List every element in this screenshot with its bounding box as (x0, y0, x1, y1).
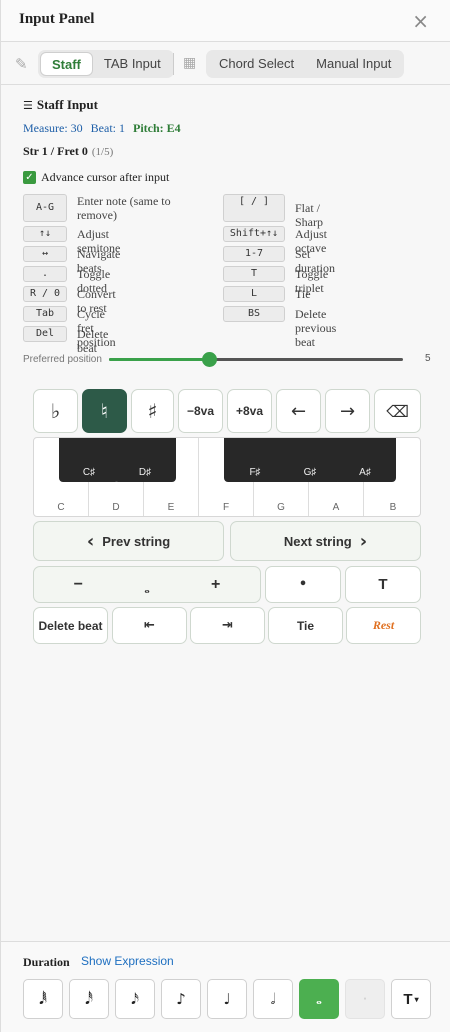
duration-decrease-button[interactable]: − (56, 576, 101, 594)
input-mode-toggle: Staff TAB Input (38, 50, 174, 78)
staff-input-heading: ☰ Staff Input (23, 97, 98, 112)
piano-key-c-sharp[interactable]: C♯ (59, 438, 119, 482)
panel-header: Input Panel × (1, 0, 450, 42)
shortcut-key: ↔ (23, 246, 67, 262)
arrow-right-icon[interactable]: → (325, 389, 370, 433)
shortcut-key: R / 0 (23, 286, 67, 302)
staff-icon: ☰ (23, 99, 33, 112)
duration-128th-button[interactable]: 𝅘𝅥𝅱 (23, 979, 63, 1019)
shortcut-key: BS (223, 306, 285, 322)
pencil-icon: ✎ (15, 55, 28, 73)
panel-title: Input Panel (19, 11, 95, 27)
piano-key-g-sharp[interactable]: G♯ (279, 438, 341, 482)
sharp-button[interactable]: ♯ (131, 389, 174, 433)
shortcut-desc: Delete previous beat (295, 307, 337, 349)
shortcut-desc: Enter note (same to remove) (77, 194, 171, 222)
pitch-readout: Pitch: E4 (132, 121, 181, 135)
grid-icon: ▦ (183, 55, 197, 71)
delete-beat-button[interactable]: Delete beat (33, 607, 108, 644)
arrow-left-icon[interactable]: ← (276, 389, 321, 433)
octave-down-button[interactable]: −8va (178, 389, 223, 433)
advance-cursor-label: Advance cursor after input (41, 170, 170, 184)
advance-cursor-option[interactable]: ✓ Advance cursor after input (23, 170, 169, 185)
slider-thumb[interactable] (201, 352, 217, 367)
flat-button[interactable]: ♭ (33, 389, 78, 433)
shortcut-key: A-G (23, 194, 67, 222)
shortcut-key: T (223, 266, 285, 282)
shortcut-desc: Tie (295, 287, 311, 301)
duration-stepper: − 𝅝 + (33, 566, 261, 603)
whole-note-icon: 𝅝 (144, 580, 150, 597)
shortcut-desc: Flat / Sharp (295, 201, 323, 229)
mode-bar: ✎ Staff TAB Input ▦ Chord Select Manual … (1, 43, 450, 85)
tab-chord-select[interactable]: Chord Select (208, 52, 305, 76)
mode-divider (173, 53, 174, 75)
shortcut-key: ↑↓ (23, 226, 67, 242)
caret-down-icon: ▾ (414, 994, 419, 1004)
tab-tab-input[interactable]: TAB Input (93, 52, 172, 76)
measure-readout: Measure: 30 (23, 121, 83, 135)
prev-string-button[interactable]: ‹ Prev string (33, 521, 224, 561)
piano-key-d-sharp[interactable]: D♯ (114, 438, 176, 482)
preferred-position-slider[interactable] (109, 352, 403, 367)
tab-staff[interactable]: Staff (40, 52, 93, 76)
rest-button[interactable]: Rest (346, 607, 421, 644)
string-fret-readout: Str 1 / Fret 0 (1/5) (23, 144, 114, 158)
duration-disabled-button: · (345, 979, 385, 1019)
slider-fill (109, 358, 209, 361)
piano-keyboard: C D E F G A B C♯ D♯ F♯ G♯ A♯ (33, 437, 421, 517)
duration-footer: Duration Show Expression 𝅘𝅥𝅱 𝅘𝅥𝅰 𝅘𝅥𝅯 ♪ ♩… (1, 941, 450, 1032)
move-left-icon[interactable]: ⇤ (112, 607, 187, 644)
move-right-icon[interactable]: ⇥ (190, 607, 265, 644)
octave-up-button[interactable]: +8va (227, 389, 272, 433)
tab-manual-input[interactable]: Manual Input (305, 52, 402, 76)
chord-mode-toggle: Chord Select Manual Input (206, 50, 405, 78)
tuplet-dropdown[interactable]: T ▾ (391, 979, 431, 1019)
shortcut-key: Shift+↑↓ (223, 226, 285, 242)
piano-key-a-sharp[interactable]: A♯ (334, 438, 396, 482)
duration-eighth-button[interactable]: ♪ (161, 979, 201, 1019)
shortcut-key: [ / ] (223, 194, 285, 222)
tie-button[interactable]: Tie (268, 607, 343, 644)
duration-whole-button[interactable]: 𝅝 (299, 979, 339, 1019)
shortcut-key: L (223, 286, 285, 302)
duration-increase-button[interactable]: + (193, 576, 238, 594)
shortcut-desc: Delete beat (77, 327, 109, 355)
advance-cursor-checkbox[interactable]: ✓ (23, 171, 36, 184)
natural-button[interactable]: ♮ (82, 389, 127, 433)
next-string-button[interactable]: Next string › (230, 521, 421, 561)
backspace-icon[interactable]: ⌫ (374, 389, 421, 433)
shortcut-key: Tab (23, 306, 67, 322)
duration-64th-button[interactable]: 𝅘𝅥𝅰 (69, 979, 109, 1019)
shortcut-key: . (23, 266, 67, 282)
chevron-left-icon: ‹ (86, 530, 95, 552)
shortcut-key: Del (23, 326, 67, 342)
preferred-position-value: 5 (425, 353, 431, 364)
preferred-position-label: Preferred position (23, 354, 102, 365)
duration-32nd-button[interactable]: 𝅘𝅥𝅯 (115, 979, 155, 1019)
piano-key-f-sharp[interactable]: F♯ (224, 438, 286, 482)
duration-half-button[interactable]: 𝅗𝅥 (253, 979, 293, 1019)
close-icon[interactable]: × (412, 9, 429, 33)
dot-button[interactable]: • (265, 566, 341, 603)
cursor-status: Measure: 30 Beat: 1 Pitch: E4 (23, 121, 181, 136)
triplet-button[interactable]: T (345, 566, 421, 603)
chevron-right-icon: › (359, 530, 368, 552)
show-expression-link[interactable]: Show Expression (81, 954, 174, 968)
shortcut-key: 1-7 (223, 246, 285, 262)
input-panel: Input Panel × ✎ Staff TAB Input ▦ Chord … (0, 0, 450, 1032)
beat-readout: Beat: 1 (90, 121, 125, 135)
duration-quarter-button[interactable]: ♩ (207, 979, 247, 1019)
duration-label: Duration (23, 955, 70, 969)
